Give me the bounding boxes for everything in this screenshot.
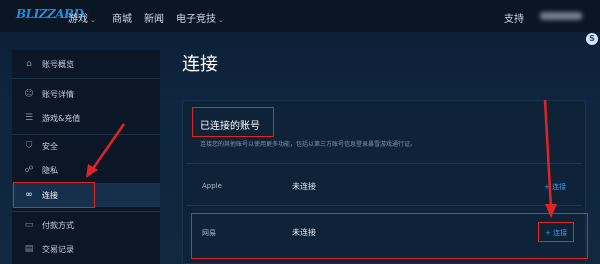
top-navigation: BLIZZARD 游戏 ⌄ 商城 新闻 电子竞技 ⌄ 支持 xyxy=(0,0,600,32)
account-name-blurred[interactable] xyxy=(540,12,582,20)
sidebar-item-security[interactable]: ⛉ 安全 xyxy=(12,134,160,158)
sidebar-item-label: 账号详情 xyxy=(42,89,74,99)
link-icon: ∞ xyxy=(25,190,33,200)
nav-news-label: 新闻 xyxy=(144,14,164,25)
sidebar-item-label: 付款方式 xyxy=(42,220,74,230)
sidebar-item-label: 安全 xyxy=(42,141,58,151)
nav-games[interactable]: 游戏 ⌄ xyxy=(68,10,96,25)
shield-icon: ⛉ xyxy=(25,141,33,151)
sidebar-item-label: 账号概览 xyxy=(42,59,74,69)
connect-apple-button[interactable]: + 连接 xyxy=(544,182,566,192)
row-label-apple: Apple xyxy=(202,182,222,190)
sidebar-item-overview[interactable]: ⌂ 账号概览 xyxy=(12,52,160,76)
account-sidebar: ⌂ 账号概览 ☺ 账号详情 ☰ 游戏&充值 ⛉ 安全 ☍ 隐私 ∞ 连接 ▭ 付… xyxy=(12,50,160,264)
nav-shop[interactable]: 商城 xyxy=(112,10,132,25)
row-label-netease: 网易 xyxy=(202,229,216,237)
connect-netease-button[interactable]: + 连接 xyxy=(545,228,567,238)
nav-esports-label: 电子竞技 xyxy=(176,14,216,25)
panel-title: 已连接的账号 xyxy=(200,121,260,132)
nav-shop-label: 商城 xyxy=(112,14,132,25)
sidebar-item-label: 游戏&充值 xyxy=(42,113,81,123)
nav-games-label: 游戏 xyxy=(68,14,88,25)
sidebar-item-label: 隐私 xyxy=(42,165,58,175)
panel-description: 连接您的其他账号以使用更多功能，包括以第三方账号信息登录暴雪游戏通行证。 xyxy=(200,141,417,148)
sidebar-item-connections[interactable]: ∞ 连接 xyxy=(12,183,160,207)
support-link[interactable]: 支持 xyxy=(504,10,524,25)
sidebar-item-games[interactable]: ☰ 游戏&充值 xyxy=(12,106,160,130)
row-status-netease: 未连接 xyxy=(292,228,316,237)
sidebar-item-details[interactable]: ☺ 账号详情 xyxy=(12,82,160,106)
page-title: 连接 xyxy=(182,54,218,75)
nav-news[interactable]: 新闻 xyxy=(144,10,164,25)
user-icon: ☺ xyxy=(24,89,34,99)
sidebar-item-label: 交易记录 xyxy=(42,244,74,254)
nav-esports[interactable]: 电子竞技 ⌄ xyxy=(176,10,224,25)
sidebar-item-label: 连接 xyxy=(42,190,58,200)
divider xyxy=(186,163,582,164)
lock-icon: ☍ xyxy=(24,165,34,175)
chevron-down-icon: ⌄ xyxy=(218,16,224,24)
home-icon: ⌂ xyxy=(26,59,32,69)
divider xyxy=(12,78,160,79)
sidebar-item-payment[interactable]: ▭ 付款方式 xyxy=(12,213,160,237)
divider xyxy=(12,211,160,212)
chevron-down-icon: ⌄ xyxy=(90,16,96,24)
sidebar-item-privacy[interactable]: ☍ 隐私 xyxy=(12,158,160,182)
card-icon: ▭ xyxy=(24,220,34,230)
row-status-apple: 未连接 xyxy=(292,182,316,191)
list-icon: ☰ xyxy=(24,113,34,123)
divider xyxy=(186,205,582,206)
receipt-icon: ▤ xyxy=(24,244,34,254)
sidebar-item-transactions[interactable]: ▤ 交易记录 xyxy=(12,237,160,261)
floating-widget-icon[interactable]: S xyxy=(586,33,598,45)
